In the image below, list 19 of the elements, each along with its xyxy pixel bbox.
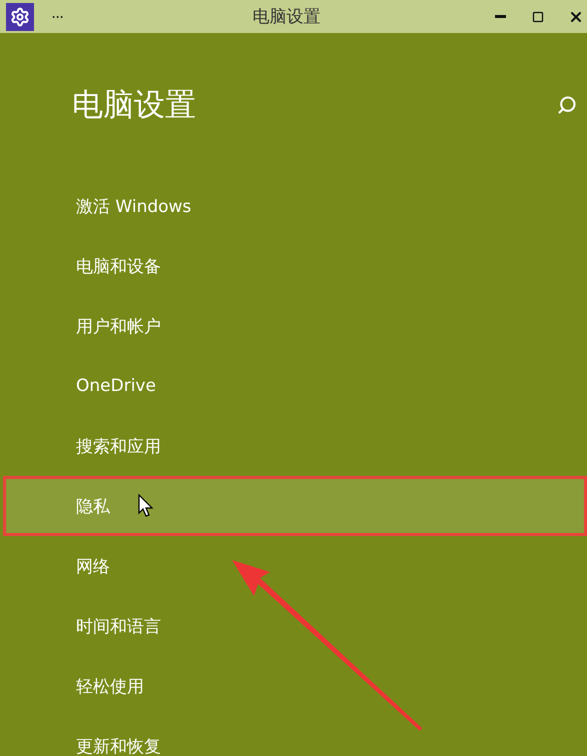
window-title: 电脑设置 (252, 6, 320, 28)
minimize-icon (494, 15, 506, 18)
nav-item[interactable]: 激活 Windows (3, 176, 587, 236)
page-heading: 电脑设置 (72, 86, 196, 124)
maximize-icon (532, 10, 544, 22)
nav-item[interactable]: 网络 (3, 536, 587, 596)
search-button[interactable] (557, 94, 577, 114)
nav-item[interactable]: 轻松使用 (3, 656, 587, 716)
gear-icon (6, 2, 34, 30)
nav-item[interactable]: 电脑和设备 (3, 236, 587, 296)
nav-item[interactable]: 隐私 (3, 476, 587, 536)
nav-item[interactable]: OneDrive (3, 356, 587, 416)
search-icon (557, 94, 577, 114)
nav-item[interactable]: 更新和恢复 (3, 716, 587, 756)
menu-button[interactable]: ··· (48, 10, 68, 24)
nav-item[interactable]: 时间和语言 (3, 596, 587, 656)
nav-item[interactable]: 搜索和应用 (3, 416, 587, 476)
cursor-icon (138, 494, 154, 518)
nav-item[interactable]: 用户和帐户 (3, 296, 587, 356)
